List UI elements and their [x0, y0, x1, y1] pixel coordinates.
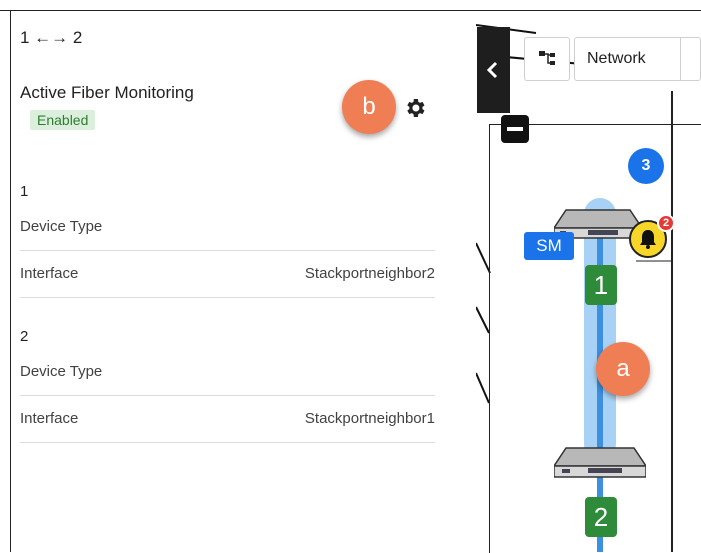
row-value: Stackportneighbor1	[304, 410, 435, 427]
topology-icon	[539, 51, 555, 65]
group-2-device-type-row: Device Type	[20, 349, 435, 396]
row-label: Device Type	[20, 363, 103, 380]
section-title-fiber-monitoring: Active Fiber Monitoring	[20, 83, 194, 102]
chevron-left-icon	[486, 61, 498, 79]
collapse-panel-button[interactable]	[477, 27, 510, 113]
panel-title: 1 ←→ 2	[20, 28, 83, 47]
port-label-1: 1	[585, 265, 617, 305]
alarm-count-badge: 2	[657, 214, 675, 232]
group-1-number: 1	[20, 183, 29, 200]
port-label-2: 2	[585, 497, 617, 537]
group-1-device-type-row: Device Type	[20, 204, 435, 251]
network-dropdown[interactable]: Network	[574, 37, 701, 81]
zoom-out-button[interactable]	[501, 115, 529, 143]
callout-b: b	[342, 80, 396, 134]
callout-a: a	[596, 342, 650, 396]
switch-icon[interactable]	[554, 446, 646, 480]
bell-icon	[640, 230, 656, 249]
row-label: Interface	[20, 410, 79, 427]
network-dropdown-label: Network	[587, 50, 646, 67]
group-2-number: 2	[20, 328, 29, 345]
group-1-interface-row: Interface Stackportneighbor2	[20, 251, 435, 298]
cluster-count-badge[interactable]: 3	[628, 148, 664, 184]
status-badge: Enabled	[30, 110, 96, 130]
row-label: Interface	[20, 265, 79, 282]
group-2-interface-row: Interface Stackportneighbor1	[20, 396, 435, 443]
gear-icon[interactable]	[403, 96, 427, 120]
row-value: Stackportneighbor2	[304, 265, 435, 282]
row-label: Device Type	[20, 218, 103, 235]
sm-badge: SM	[524, 232, 574, 260]
topology-view-button[interactable]	[524, 37, 570, 81]
dropdown-divider	[680, 38, 681, 80]
